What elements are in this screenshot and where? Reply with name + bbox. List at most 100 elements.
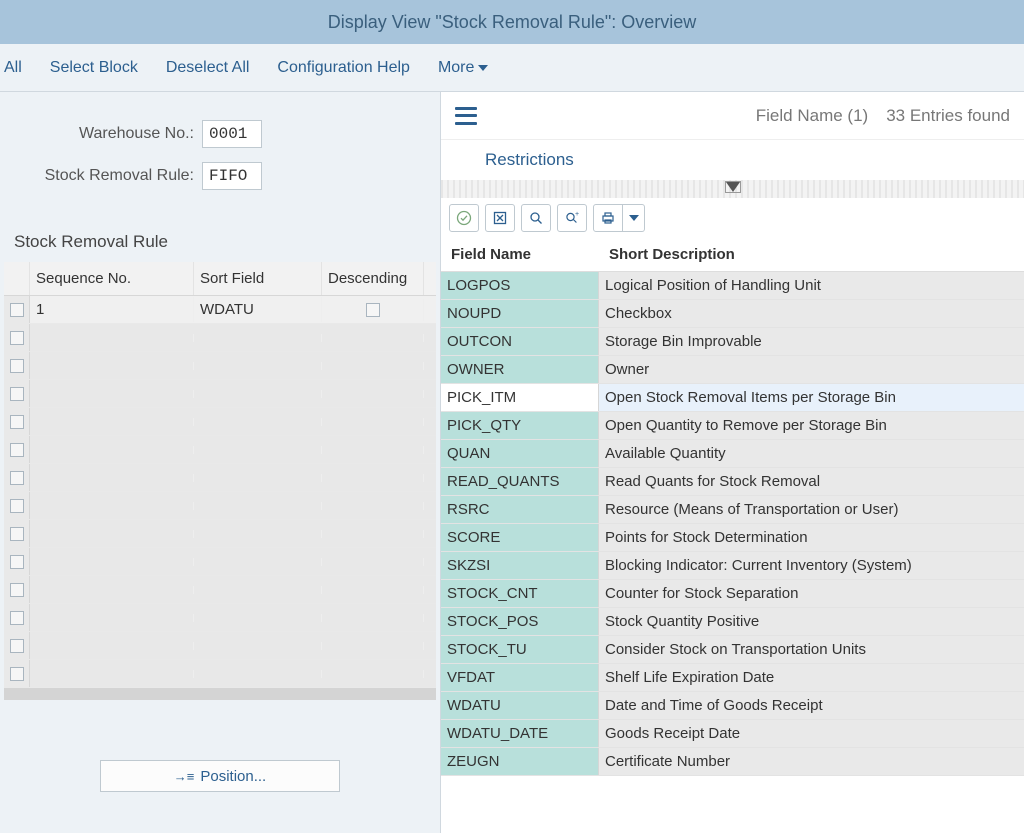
- col-sequence-head[interactable]: Sequence No.: [30, 262, 194, 295]
- row-selector[interactable]: [4, 576, 30, 603]
- list-item-description: Resource (Means of Transportation or Use…: [599, 496, 1024, 523]
- cancel-button[interactable]: [485, 204, 515, 232]
- warehouse-field[interactable]: 0001: [202, 120, 262, 148]
- popup-col-short[interactable]: Short Description: [603, 246, 1020, 263]
- restrictions-tab[interactable]: Restrictions: [441, 140, 1024, 180]
- cell-sequence: [30, 362, 194, 370]
- rule-field[interactable]: FIFO: [202, 162, 262, 190]
- table-row[interactable]: 1WDATU: [4, 296, 436, 324]
- popup-entries-found: 33 Entries found: [886, 106, 1010, 126]
- row-selector[interactable]: [4, 660, 30, 687]
- row-selector[interactable]: [4, 548, 30, 575]
- toolbar-all[interactable]: All: [4, 59, 22, 77]
- table-row[interactable]: [4, 604, 436, 632]
- print-dropdown[interactable]: [623, 204, 645, 232]
- list-item[interactable]: SCOREPoints for Stock Determination: [441, 524, 1024, 552]
- list-item-field: QUAN: [441, 440, 599, 467]
- list-item-description: Available Quantity: [599, 440, 1024, 467]
- table-row[interactable]: [4, 576, 436, 604]
- list-item[interactable]: RSRCResource (Means of Transportation or…: [441, 496, 1024, 524]
- checkbox-icon: [10, 443, 24, 457]
- position-button[interactable]: Position...: [100, 760, 340, 792]
- row-selector[interactable]: [4, 380, 30, 407]
- popup-field-count: Field Name (1): [756, 106, 868, 126]
- row-selector[interactable]: [4, 324, 30, 351]
- find-next-button[interactable]: +: [557, 204, 587, 232]
- table-row[interactable]: [4, 660, 436, 688]
- popup-col-field[interactable]: Field Name: [445, 246, 603, 263]
- list-item[interactable]: PICK_QTYOpen Quantity to Remove per Stor…: [441, 412, 1024, 440]
- row-selector[interactable]: [4, 632, 30, 659]
- cell-sort-field: [194, 530, 322, 538]
- row-selector[interactable]: [4, 296, 30, 323]
- list-item[interactable]: ZEUGNCertificate Number: [441, 748, 1024, 776]
- chevron-down-icon: [478, 65, 488, 71]
- menu-icon[interactable]: [455, 107, 477, 125]
- row-selector[interactable]: [4, 604, 30, 631]
- row-selector[interactable]: [4, 408, 30, 435]
- list-item[interactable]: STOCK_TUConsider Stock on Transportation…: [441, 636, 1024, 664]
- value-help-popup: Field Name (1) 33 Entries found Restrict…: [440, 92, 1024, 833]
- cell-sequence: [30, 558, 194, 566]
- chevron-down-icon: [629, 215, 639, 221]
- left-pane: Warehouse No.: 0001 Stock Removal Rule: …: [0, 92, 440, 833]
- table-row[interactable]: [4, 548, 436, 576]
- cell-sort-field: [194, 502, 322, 510]
- toolbar-deselect-all[interactable]: Deselect All: [166, 59, 250, 77]
- list-item[interactable]: WDATU_DATEGoods Receipt Date: [441, 720, 1024, 748]
- list-item[interactable]: STOCK_POSStock Quantity Positive: [441, 608, 1024, 636]
- list-item[interactable]: SKZSIBlocking Indicator: Current Invento…: [441, 552, 1024, 580]
- list-item-field: PICK_QTY: [441, 412, 599, 439]
- col-sort-head[interactable]: Sort Field: [194, 262, 322, 295]
- table-row[interactable]: [4, 492, 436, 520]
- cell-sort-field: [194, 614, 322, 622]
- list-item-description: Certificate Number: [599, 748, 1024, 775]
- cell-sequence: [30, 418, 194, 426]
- list-item[interactable]: VFDATShelf Life Expiration Date: [441, 664, 1024, 692]
- cell-sequence: [30, 670, 194, 678]
- cell-sequence: [30, 586, 194, 594]
- list-item[interactable]: OUTCONStorage Bin Improvable: [441, 328, 1024, 356]
- cell-sort-field: [194, 670, 322, 678]
- list-item-field: SCORE: [441, 524, 599, 551]
- row-selector[interactable]: [4, 464, 30, 491]
- table-row[interactable]: [4, 632, 436, 660]
- list-item-field: READ_QUANTS: [441, 468, 599, 495]
- find-button[interactable]: [521, 204, 551, 232]
- list-item[interactable]: WDATUDate and Time of Goods Receipt: [441, 692, 1024, 720]
- list-item-field: NOUPD: [441, 300, 599, 327]
- cell-sort-field: [194, 418, 322, 426]
- checkbox-icon[interactable]: [366, 303, 380, 317]
- list-item-description: Counter for Stock Separation: [599, 580, 1024, 607]
- list-item[interactable]: QUANAvailable Quantity: [441, 440, 1024, 468]
- checkbox-icon: [10, 387, 24, 401]
- ok-button[interactable]: [449, 204, 479, 232]
- pin-icon: [726, 182, 740, 192]
- cell-sequence: [30, 642, 194, 650]
- table-row[interactable]: [4, 520, 436, 548]
- col-desc-head[interactable]: Descending: [322, 262, 424, 295]
- table-row[interactable]: [4, 352, 436, 380]
- table-row[interactable]: [4, 324, 436, 352]
- table-row[interactable]: [4, 436, 436, 464]
- list-item[interactable]: LOGPOSLogical Position of Handling Unit: [441, 272, 1024, 300]
- list-item[interactable]: PICK_ITMOpen Stock Removal Items per Sto…: [441, 384, 1024, 412]
- cell-sequence: [30, 334, 194, 342]
- row-selector[interactable]: [4, 492, 30, 519]
- list-item[interactable]: OWNEROwner: [441, 356, 1024, 384]
- row-selector[interactable]: [4, 436, 30, 463]
- pin-strip[interactable]: [441, 180, 1024, 198]
- list-item[interactable]: STOCK_CNTCounter for Stock Separation: [441, 580, 1024, 608]
- toolbar-config-help[interactable]: Configuration Help: [277, 59, 410, 77]
- table-row[interactable]: [4, 408, 436, 436]
- toolbar-select-block[interactable]: Select Block: [50, 59, 138, 77]
- toolbar-more[interactable]: More: [438, 59, 488, 77]
- list-item[interactable]: NOUPDCheckbox: [441, 300, 1024, 328]
- table-row[interactable]: [4, 380, 436, 408]
- list-item[interactable]: READ_QUANTSRead Quants for Stock Removal: [441, 468, 1024, 496]
- cell-sort-field: [194, 558, 322, 566]
- print-button[interactable]: [593, 204, 623, 232]
- row-selector[interactable]: [4, 352, 30, 379]
- table-row[interactable]: [4, 464, 436, 492]
- row-selector[interactable]: [4, 520, 30, 547]
